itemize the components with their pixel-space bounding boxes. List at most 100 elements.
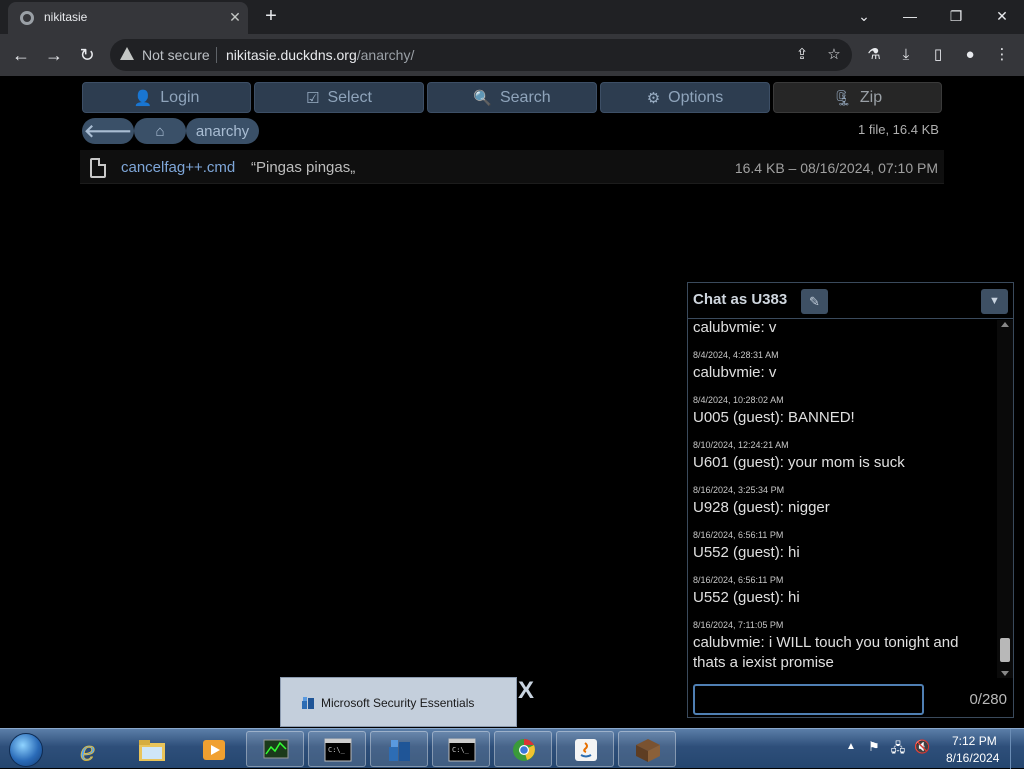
new-tab-button[interactable]: + — [260, 5, 282, 27]
notification-label: Microsoft Security Essentials — [321, 696, 475, 710]
checkbox-icon: ☑ — [306, 89, 320, 107]
start-button[interactable] — [4, 731, 48, 767]
internet-explorer-icon: e — [80, 737, 96, 763]
chat-message: 8/4/2024, 10:28:02 AM U005 (guest): BANNE… — [693, 393, 993, 428]
file-row[interactable]: cancelfag++.cmd “Pingas pingas„ 16.4 KB … — [80, 150, 944, 184]
restore-button[interactable]: ❐ — [936, 4, 976, 28]
chat-message-text: U928 (guest): nigger — [693, 499, 830, 516]
arrow-left-icon: 🡐 — [83, 120, 133, 141]
clock-date[interactable]: 8/16/2024 — [946, 751, 999, 765]
chat-timestamp: 8/16/2024, 3:25:34 PM — [693, 485, 785, 495]
url-text[interactable]: nikitasie.duckdns.org/anarchy/ — [226, 47, 414, 63]
chat-message: 8/16/2024, 7:11:05 PM calubvmie: i WILL t… — [693, 618, 993, 673]
volume-muted-icon[interactable]: 🔇 — [914, 739, 930, 755]
taskbar-task-manager[interactable] — [246, 731, 304, 767]
notification-close-button[interactable]: X — [518, 677, 534, 705]
profile-icon[interactable]: ● — [958, 43, 982, 67]
globe-icon — [20, 11, 34, 25]
browser-tab-strip: nikitasie ✕ + ⌄ — ❐ ✕ — [0, 0, 1024, 34]
browser-tab[interactable]: nikitasie ✕ — [8, 2, 248, 34]
windows-taskbar: e C:\_ C:\_ ▲ ⚑ 🖧 🔇 7:12 PM 8/16/2024 — [0, 728, 1024, 769]
show-hidden-icons-button[interactable]: ▲ — [846, 741, 856, 752]
select-label: Select — [327, 88, 372, 106]
windows-logo-icon — [9, 733, 43, 767]
login-button[interactable]: 👤 Login — [82, 82, 251, 113]
edit-name-button[interactable]: ✎ — [801, 289, 828, 314]
network-icon[interactable]: 🖧 — [890, 739, 906, 755]
chat-log[interactable]: calubvmie: v 8/4/2024, 4:28:31 AM calubvm… — [688, 320, 997, 678]
url-host: nikitasie.duckdns.org — [226, 47, 357, 63]
select-button[interactable]: ☑ Select — [254, 82, 424, 113]
gear-icon: ⚙ — [646, 89, 661, 107]
taskbar-cmd-1[interactable]: C:\_ — [308, 731, 366, 767]
chat-message: 8/16/2024, 6:56:11 PM U552 (guest): hi — [693, 573, 993, 608]
chat-message: 8/4/2024, 4:28:31 AM calubvmie: v — [693, 348, 993, 383]
labs-icon[interactable]: ⚗ — [862, 43, 886, 67]
login-label: Login — [160, 88, 200, 106]
security-label[interactable]: Not secure — [142, 47, 210, 63]
chat-timestamp: 8/16/2024, 6:56:11 PM — [693, 575, 784, 585]
taskbar-media-player[interactable] — [184, 731, 242, 767]
star-icon[interactable]: ☆ — [822, 43, 846, 67]
security-essentials-notification[interactable]: Microsoft Security Essentials — [280, 677, 517, 727]
chat-messages: calubvmie: v 8/4/2024, 4:28:31 AM calubvm… — [693, 320, 993, 673]
back-button[interactable]: ← — [9, 43, 33, 67]
minimize-button[interactable]: — — [890, 4, 930, 28]
svg-text:e: e — [80, 737, 95, 763]
options-label: Options — [668, 88, 724, 106]
zip-file-icon: 🗜 — [832, 89, 852, 107]
scroll-thumb[interactable] — [1000, 638, 1010, 662]
taskbar-internet-explorer[interactable]: e — [60, 731, 118, 767]
tab-search-button[interactable]: ⌄ — [844, 4, 884, 28]
zip-button[interactable]: 🗜 Zip — [773, 82, 942, 113]
minecraft-icon — [636, 739, 660, 762]
home-crumb-button[interactable]: ⌂ — [134, 118, 186, 144]
chat-message-text: U552 (guest): hi — [693, 589, 800, 606]
taskbar-cmd-2[interactable]: C:\_ — [432, 731, 490, 767]
taskbar-security-essentials[interactable] — [370, 731, 428, 767]
chat-header: Chat as U383 ✎ ▼ — [688, 283, 1013, 319]
chat-message-text: U552 (guest): hi — [693, 544, 800, 561]
sidepanel-icon[interactable]: ▯ — [926, 43, 950, 67]
menu-icon[interactable]: ⋮ — [990, 43, 1014, 67]
breadcrumb-folder[interactable]: anarchy — [186, 118, 259, 144]
chat-message: 8/16/2024, 6:56:11 PM U552 (guest): hi — [693, 528, 993, 563]
file-meta: 16.4 KB – 08/16/2024, 07:10 PM — [734, 160, 938, 176]
scroll-down-icon[interactable] — [1001, 671, 1009, 676]
reload-button[interactable]: ↻ — [75, 43, 99, 67]
show-desktop-button[interactable] — [1010, 729, 1024, 769]
address-bar[interactable]: Not secure nikitasie.duckdns.org/anarchy… — [110, 39, 852, 71]
taskbar-explorer[interactable] — [122, 731, 180, 767]
chrome-icon — [513, 738, 535, 761]
scroll-up-icon[interactable] — [1001, 322, 1009, 327]
flag-icon[interactable]: ⚑ — [866, 739, 882, 755]
chat-message: 8/10/2024, 12:24:21 AM U601 (guest): your… — [693, 438, 993, 473]
file-summary: 1 file, 16.4 KB — [858, 122, 939, 137]
share-icon[interactable]: ⇪ — [790, 43, 814, 67]
tab-close-icon[interactable]: ✕ — [226, 8, 244, 26]
file-icon — [90, 158, 106, 178]
security-essentials-icon — [389, 740, 410, 761]
chat-input[interactable] — [693, 684, 924, 715]
back-crumb-button[interactable]: 🡐 — [82, 118, 134, 144]
warning-icon[interactable] — [120, 47, 134, 60]
forward-button[interactable]: → — [42, 43, 66, 67]
options-button[interactable]: ⚙ Options — [600, 82, 770, 113]
chat-message-text: calubvmie: v — [693, 364, 777, 381]
chat-scrollbar[interactable] — [997, 320, 1013, 678]
search-button[interactable]: 🔍 Search — [427, 82, 597, 113]
chat-message: 8/16/2024, 3:25:34 PM U928 (guest): nigge… — [693, 483, 993, 518]
collapse-chat-button[interactable]: ▼ — [981, 289, 1008, 314]
clock-time[interactable]: 7:12 PM — [952, 734, 997, 748]
user-icon: 👤 — [133, 89, 153, 107]
taskbar-chrome[interactable] — [494, 731, 552, 767]
taskbar-minecraft[interactable] — [618, 731, 676, 767]
close-window-button[interactable]: ✕ — [982, 4, 1022, 28]
chat-timestamp: 8/16/2024, 6:56:11 PM — [693, 530, 784, 540]
zip-label: Zip — [859, 88, 883, 106]
chat-message-text: U601 (guest): your mom is suck — [693, 454, 905, 471]
file-description: “Pingas pingas„ — [251, 159, 356, 176]
download-icon[interactable]: ⤓ — [894, 43, 918, 67]
taskbar-java[interactable] — [556, 731, 614, 767]
file-name-link[interactable]: cancelfag++.cmd — [121, 159, 235, 176]
